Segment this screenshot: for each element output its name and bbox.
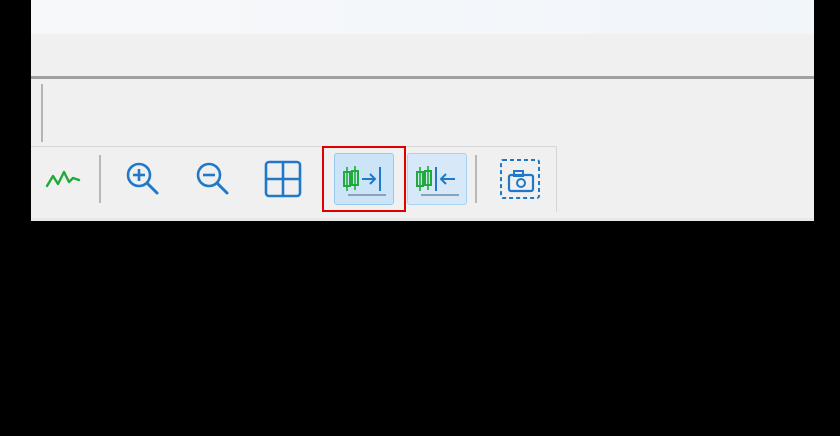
indicator-button[interactable] <box>33 153 93 205</box>
tile-windows-button[interactable] <box>253 153 313 205</box>
toolbar-separator <box>475 155 477 203</box>
button-underline <box>348 194 386 196</box>
auto-scroll-icon <box>416 166 455 191</box>
zoom-out-icon <box>196 162 229 195</box>
button-underline <box>421 194 459 196</box>
terminal-window <box>31 0 814 224</box>
grid-icon <box>264 160 302 198</box>
camera-icon <box>500 159 540 199</box>
zoom-out-button[interactable] <box>183 153 243 205</box>
toolbar-separator <box>99 155 101 203</box>
auto-scroll-button[interactable] <box>407 153 467 205</box>
line-chart-icon <box>45 170 81 188</box>
divider <box>41 84 43 142</box>
title-area <box>31 0 814 34</box>
chart-toolbar <box>31 146 557 212</box>
menu-strip <box>31 34 814 76</box>
zoom-in-icon <box>126 162 159 195</box>
chart-shift-button[interactable] <box>334 153 394 205</box>
divider <box>31 76 814 79</box>
zoom-in-button[interactable] <box>113 153 173 205</box>
chart-shift-icon <box>343 166 381 191</box>
screenshot-button[interactable] <box>490 153 550 205</box>
chart-border <box>31 218 814 224</box>
